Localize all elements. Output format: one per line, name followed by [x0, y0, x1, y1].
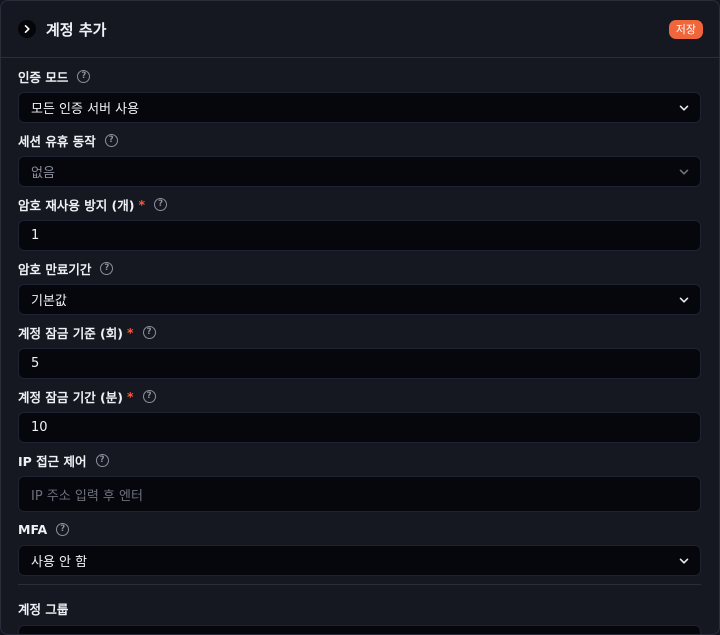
lock-duration-input[interactable]: 10 — [18, 412, 701, 443]
mfa-field: MFA ? 사용 안 함 — [18, 520, 701, 576]
chevron-right-icon — [24, 25, 30, 33]
password-reuse-input[interactable]: 1 — [18, 220, 701, 251]
help-icon[interactable]: ? — [95, 453, 109, 467]
chevron-down-icon — [678, 102, 690, 114]
chevron-down-icon — [678, 555, 690, 567]
password-reuse-label: 암호 재사용 방지 (개) — [18, 197, 135, 213]
mfa-label: MFA — [18, 521, 48, 537]
chevron-down-icon — [678, 166, 690, 178]
auth-mode-select[interactable]: 모든 인증 서버 사용 — [18, 92, 701, 123]
required-marker: * — [126, 324, 134, 340]
ip-access-placeholder: IP 주소 입력 후 엔터 — [31, 488, 143, 504]
lock-duration-label-row: 계정 잠금 기간 (분) * ? — [18, 387, 701, 405]
session-idle-label-row: 세션 유휴 동작 ? — [18, 131, 701, 149]
ip-access-label: IP 접근 제어 — [18, 453, 87, 469]
ip-access-label-row: IP 접근 제어 ? — [18, 451, 701, 469]
auth-mode-label: 인증 모드 — [18, 69, 69, 85]
help-icon[interactable]: ? — [77, 69, 91, 83]
password-expiry-field: 암호 만료기간 ? 기본값 — [18, 259, 701, 315]
session-idle-label: 세션 유휴 동작 — [18, 133, 96, 149]
auth-mode-value: 모든 인증 서버 사용 — [31, 102, 140, 117]
help-icon[interactable]: ? — [142, 389, 156, 403]
ip-access-field: IP 접근 제어 ? IP 주소 입력 후 엔터 — [18, 451, 701, 512]
lock-duration-field: 계정 잠금 기간 (분) * ? 10 — [18, 387, 701, 443]
session-idle-value: 없음 — [31, 166, 55, 181]
account-group-field: 계정 그룹 — [18, 599, 701, 634]
mfa-value: 사용 안 함 — [31, 555, 88, 570]
password-expiry-label-row: 암호 만료기간 ? — [18, 259, 701, 277]
collapse-toggle-button[interactable] — [18, 20, 36, 38]
password-expiry-select[interactable]: 기본값 — [18, 284, 701, 315]
lock-threshold-field: 계정 잠금 기준 (회) * ? 5 — [18, 323, 701, 379]
mfa-label-row: MFA ? — [18, 520, 701, 538]
session-idle-select[interactable]: 없음 — [18, 156, 701, 187]
help-icon[interactable]: ? — [154, 197, 168, 211]
help-icon[interactable]: ? — [104, 133, 118, 147]
lock-threshold-input[interactable]: 5 — [18, 348, 701, 379]
lock-duration-label: 계정 잠금 기간 (분) — [18, 389, 123, 405]
ip-access-input[interactable]: IP 주소 입력 후 엔터 — [18, 476, 701, 512]
auth-mode-label-row: 인증 모드 ? — [18, 67, 701, 85]
lock-threshold-label-row: 계정 잠금 기준 (회) * ? — [18, 323, 701, 341]
account-group-label-row: 계정 그룹 — [18, 599, 701, 617]
password-reuse-field: 암호 재사용 방지 (개) * ? 1 — [18, 195, 701, 251]
lock-duration-value: 10 — [31, 420, 48, 435]
add-account-panel: 계정 추가 저장 인증 모드 ? 모든 인증 서버 사용 세션 유휴 동작 ? — [0, 0, 720, 635]
form-body: 인증 모드 ? 모든 인증 서버 사용 세션 유휴 동작 ? 없음 암호 재사용… — [1, 58, 719, 634]
save-button[interactable]: 저장 — [668, 19, 703, 39]
help-icon[interactable]: ? — [100, 261, 114, 275]
page-title: 계정 추가 — [46, 20, 107, 39]
password-reuse-value: 1 — [31, 228, 40, 243]
mfa-select[interactable]: 사용 안 함 — [18, 545, 701, 576]
panel-header: 계정 추가 저장 — [1, 1, 719, 58]
account-group-select[interactable] — [18, 625, 701, 634]
help-icon[interactable]: ? — [56, 522, 70, 536]
help-icon[interactable]: ? — [142, 325, 156, 339]
account-group-label: 계정 그룹 — [18, 601, 69, 617]
auth-mode-field: 인증 모드 ? 모든 인증 서버 사용 — [18, 67, 701, 123]
chevron-down-icon — [678, 294, 690, 306]
lock-threshold-value: 5 — [31, 356, 40, 371]
password-expiry-label: 암호 만료기간 — [18, 261, 92, 277]
session-idle-field: 세션 유휴 동작 ? 없음 — [18, 131, 701, 187]
lock-threshold-label: 계정 잠금 기준 (회) — [18, 325, 123, 341]
required-marker: * — [138, 196, 146, 212]
password-expiry-value: 기본값 — [31, 294, 67, 309]
section-divider — [18, 584, 701, 585]
password-reuse-label-row: 암호 재사용 방지 (개) * ? — [18, 195, 701, 213]
required-marker: * — [126, 388, 134, 404]
